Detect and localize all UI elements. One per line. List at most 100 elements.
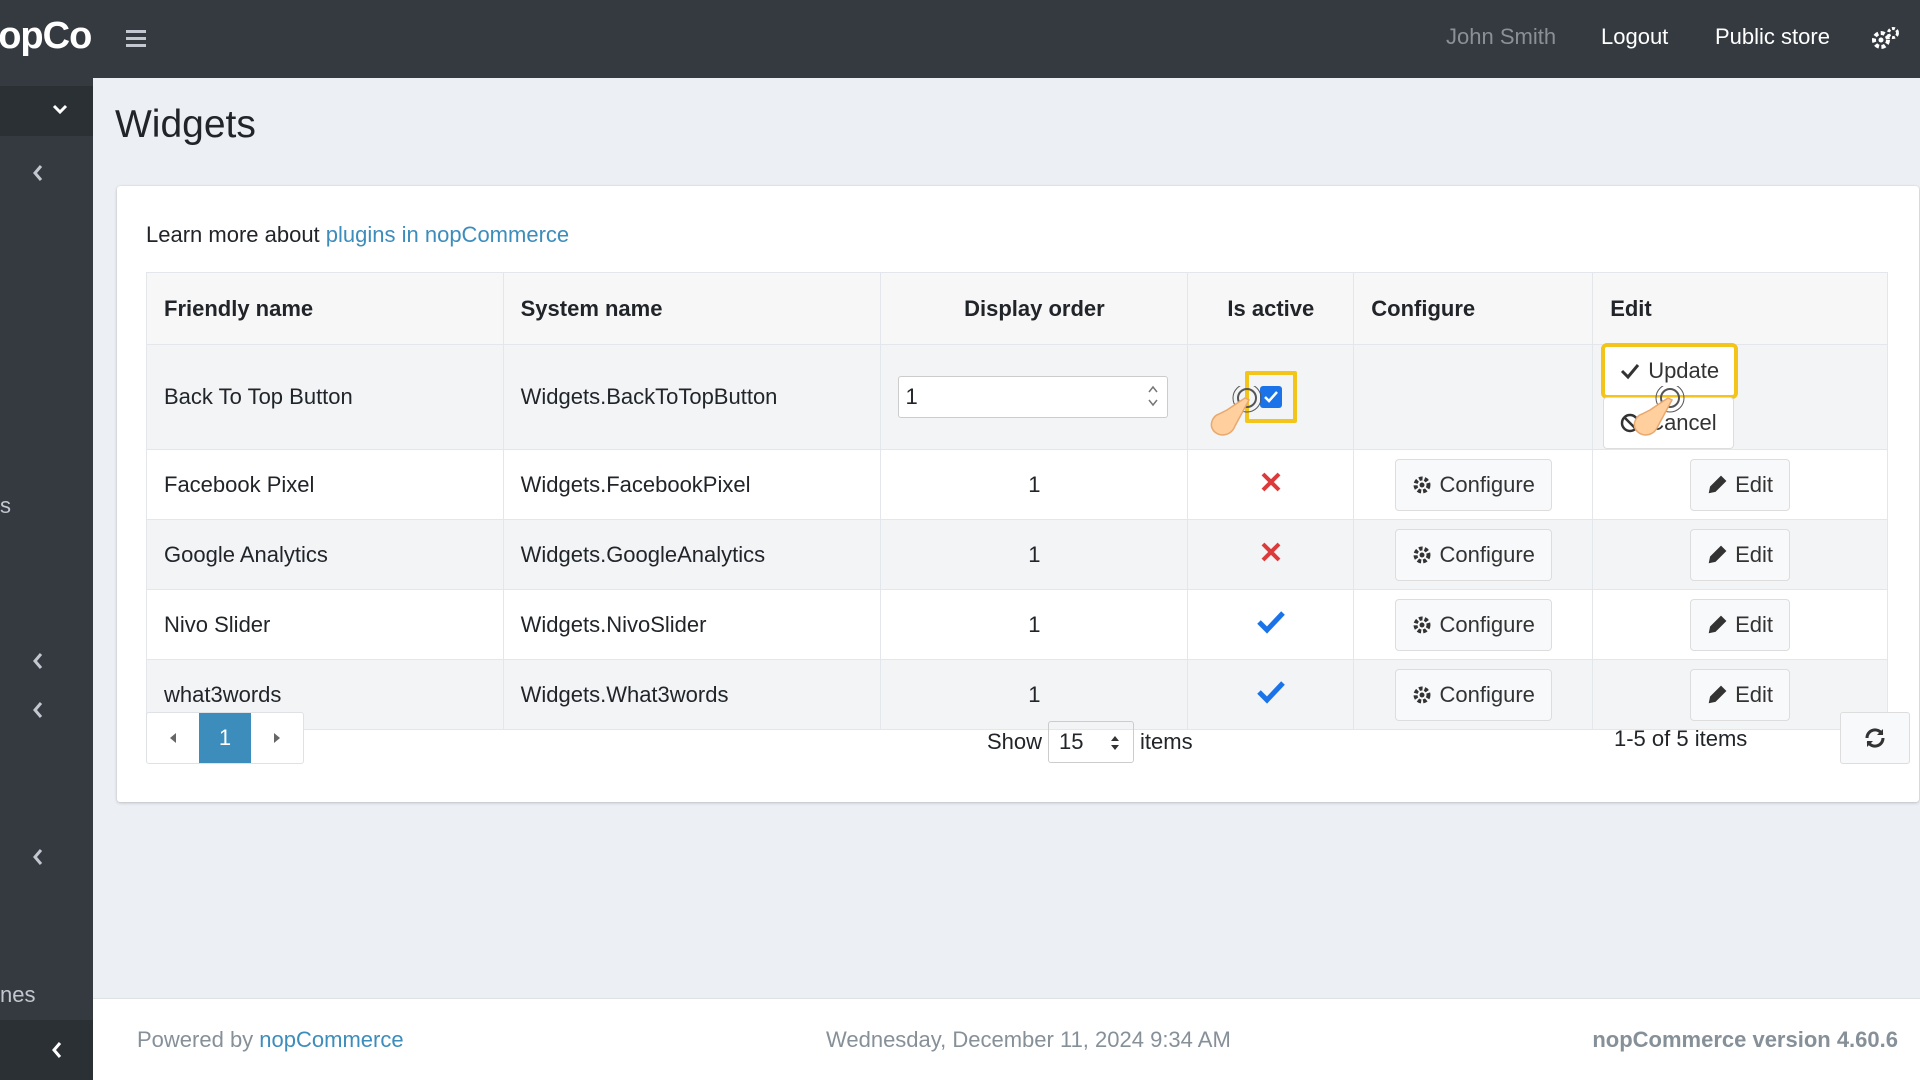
display-order-value: 1 bbox=[905, 384, 918, 409]
header-display-order[interactable]: Display order bbox=[880, 272, 1189, 345]
sidebar-item-collapse[interactable] bbox=[0, 148, 93, 198]
cell-friendly-name: Facebook Pixel bbox=[146, 449, 504, 520]
table-row: Facebook Pixel Widgets.FacebookPixel 1 C… bbox=[146, 449, 1888, 520]
cell-configure: Configure bbox=[1353, 659, 1594, 730]
table-row: Google Analytics Widgets.GoogleAnalytics… bbox=[146, 519, 1888, 590]
caret-right-icon bbox=[274, 733, 280, 743]
cell-display-order: 1 bbox=[880, 344, 1189, 450]
check-icon bbox=[1263, 391, 1278, 403]
display-order-input[interactable]: 1 bbox=[898, 376, 1169, 418]
sidebar-item-collapse[interactable] bbox=[0, 685, 93, 735]
configure-button-label: Configure bbox=[1439, 541, 1535, 567]
cell-display-order: 1 bbox=[880, 659, 1189, 730]
edit-button-label: Edit bbox=[1735, 611, 1774, 637]
footer-powered-prefix: Powered by bbox=[137, 1027, 260, 1052]
configure-button-label: Configure bbox=[1439, 471, 1535, 497]
cell-is-active bbox=[1187, 589, 1355, 660]
cell-friendly-name: Nivo Slider bbox=[146, 589, 504, 660]
chevron-left-icon bbox=[52, 1042, 62, 1058]
gear-icon bbox=[1413, 616, 1431, 633]
cell-system-name: Widgets.GoogleAnalytics bbox=[502, 519, 882, 590]
pager-next-button[interactable] bbox=[251, 713, 303, 763]
cell-display-order: 1 bbox=[880, 589, 1189, 660]
check-icon bbox=[1257, 680, 1285, 704]
footer: Powered by nopCommerce Wednesday, Decemb… bbox=[93, 998, 1920, 1080]
edit-button[interactable]: Edit bbox=[1690, 528, 1791, 581]
pointer-hand-icon bbox=[1633, 386, 1685, 436]
chevron-left-icon bbox=[33, 702, 43, 718]
table-header-row: Friendly name System name Display order … bbox=[146, 272, 1888, 345]
gear-icon bbox=[1413, 686, 1431, 703]
edit-button[interactable]: Edit bbox=[1690, 668, 1791, 721]
widgets-table: Friendly name System name Display order … bbox=[146, 272, 1888, 730]
cell-configure: Configure bbox=[1353, 519, 1594, 590]
cell-configure: Configure bbox=[1353, 449, 1594, 520]
pencil-icon bbox=[1708, 685, 1727, 703]
nav-logout-link[interactable]: Logout bbox=[1601, 24, 1668, 50]
configure-button-label: Configure bbox=[1439, 681, 1535, 707]
sidebar-store-selector[interactable] bbox=[0, 86, 93, 136]
gear-icon bbox=[1413, 476, 1431, 493]
update-button-label: Update bbox=[1648, 358, 1720, 383]
header-is-active[interactable]: Is active bbox=[1187, 272, 1355, 345]
sidebar-item-label: nes bbox=[0, 982, 36, 1007]
cell-display-order: 1 bbox=[880, 449, 1189, 520]
sidebar-item-collapse[interactable] bbox=[0, 636, 93, 686]
hamburger-menu-icon[interactable] bbox=[125, 27, 147, 49]
cell-system-name: Widgets.What3words bbox=[502, 659, 882, 730]
cell-edit: Edit bbox=[1592, 519, 1888, 590]
footer-date: Wednesday, December 11, 2024 9:34 AM bbox=[826, 1027, 1231, 1052]
pencil-icon bbox=[1708, 475, 1727, 493]
edit-button[interactable]: Edit bbox=[1690, 598, 1791, 651]
table-row: Nivo Slider Widgets.NivoSlider 1 Configu… bbox=[146, 589, 1888, 660]
header-configure: Configure bbox=[1353, 272, 1594, 345]
configure-button[interactable]: Configure bbox=[1394, 458, 1552, 511]
plugins-link[interactable]: plugins in nopCommerce bbox=[326, 222, 569, 247]
table-row-editing: Back To Top Button Widgets.BackToTopButt… bbox=[146, 343, 1888, 450]
configure-button-label: Configure bbox=[1439, 611, 1535, 637]
configure-button[interactable]: Configure bbox=[1394, 598, 1552, 651]
cell-edit: Edit bbox=[1592, 589, 1888, 660]
sidebar-item-collapse[interactable] bbox=[0, 832, 93, 882]
learn-more-prefix: Learn more about bbox=[146, 222, 326, 247]
pagination: 1 bbox=[146, 712, 304, 764]
nav-public-store-link[interactable]: Public store bbox=[1715, 24, 1830, 50]
sidebar: nopCommerce s nes bbox=[0, 0, 93, 1080]
configure-button[interactable]: Configure bbox=[1394, 528, 1552, 581]
page-size-select[interactable]: 15 bbox=[1048, 721, 1135, 763]
header-edit: Edit bbox=[1592, 272, 1888, 345]
pencil-icon bbox=[1708, 545, 1727, 563]
check-icon bbox=[1257, 610, 1285, 634]
items-label: items bbox=[1140, 729, 1193, 754]
edit-button-label: Edit bbox=[1735, 541, 1774, 567]
widgets-card: Learn more about plugins in nopCommerce … bbox=[117, 186, 1919, 802]
configure-button[interactable]: Configure bbox=[1394, 668, 1552, 721]
refresh-button[interactable] bbox=[1840, 712, 1910, 764]
footer-nopcommerce-link[interactable]: nopCommerce bbox=[259, 1027, 403, 1052]
edit-button[interactable]: Edit bbox=[1690, 458, 1791, 511]
cell-is-active bbox=[1187, 659, 1355, 730]
header-friendly-name[interactable]: Friendly name bbox=[146, 272, 504, 345]
sidebar-item-label: s bbox=[0, 493, 11, 518]
header-system-name[interactable]: System name bbox=[502, 272, 882, 345]
items-count: 1-5 of 5 items bbox=[1614, 726, 1748, 751]
footer-powered-by: Powered by nopCommerce bbox=[137, 1027, 404, 1053]
page-size-value: 15 bbox=[1059, 729, 1084, 754]
pointer-hand-icon bbox=[1210, 386, 1262, 436]
cell-is-active bbox=[1187, 449, 1355, 520]
pencil-icon bbox=[1708, 615, 1727, 633]
show-label: Show bbox=[987, 729, 1043, 754]
sort-arrows-icon bbox=[1111, 736, 1120, 750]
table-row: what3words Widgets.What3words 1 Configur… bbox=[146, 659, 1888, 730]
chevron-left-icon bbox=[33, 849, 43, 865]
check-icon bbox=[1621, 364, 1640, 380]
spinner-arrows-icon[interactable] bbox=[1147, 383, 1159, 409]
pager-page-button[interactable]: 1 bbox=[199, 713, 251, 763]
pager-prev-button[interactable] bbox=[147, 713, 199, 763]
cell-display-order: 1 bbox=[880, 519, 1189, 590]
cross-icon bbox=[1261, 542, 1281, 561]
cell-is-active bbox=[1187, 519, 1355, 590]
settings-gears-icon[interactable] bbox=[1870, 26, 1900, 52]
sidebar-collapse-toggle[interactable] bbox=[0, 1020, 93, 1080]
brand-logo[interactable]: nopCommerce bbox=[0, 0, 93, 78]
